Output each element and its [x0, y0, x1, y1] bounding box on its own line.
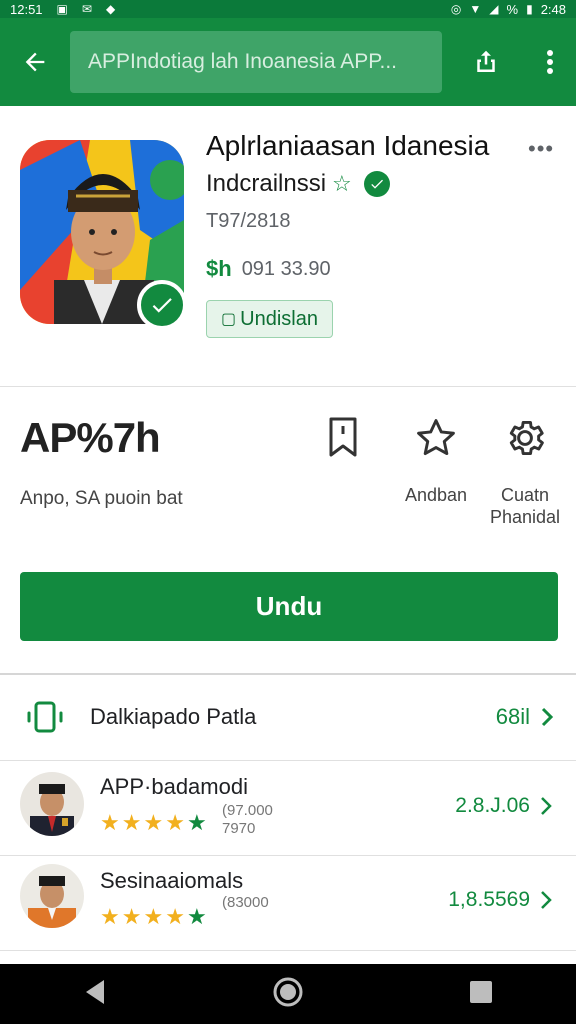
wifi-icon: ▼	[469, 2, 482, 16]
divider	[0, 673, 576, 675]
nav-back-button[interactable]	[82, 978, 108, 1011]
device-compat-row[interactable]: Dalkiapado Patla 68il	[0, 676, 576, 758]
star-icon: ★	[186, 904, 207, 929]
app-meta: T97/2818	[206, 210, 291, 232]
device-compat-value: 68il	[496, 704, 576, 730]
app-bar: APPIndotiag lah Inoanesia APP...	[0, 18, 576, 106]
rating-stars: ★ ★ ★ ★ ★	[100, 904, 207, 930]
tag-icon: ▢	[221, 311, 237, 328]
battery-icon: ▮	[526, 2, 533, 16]
star-outline-icon	[417, 419, 455, 456]
info-section: AP%7h Anpo, SA puoin bat Andban Cuatn Ph…	[0, 388, 576, 558]
title-more-icon[interactable]: •••	[528, 136, 554, 162]
settings-label: Cuatn Phanidal	[489, 485, 561, 527]
verified-badge	[137, 280, 187, 330]
divider	[0, 386, 576, 387]
nav-recents-button[interactable]	[468, 979, 494, 1010]
home-circle-icon	[273, 977, 303, 1006]
sync-icon: ◎	[450, 2, 462, 16]
bookmark-icon	[329, 417, 357, 457]
device-compat-label: Dalkiapado Patla	[90, 704, 257, 729]
check-icon	[152, 298, 172, 313]
message-icon: ✉	[81, 2, 92, 16]
rate-label: Andban	[404, 485, 468, 505]
review-title: APP·badamodi	[100, 774, 248, 799]
star-icon: ★	[143, 904, 164, 929]
share-button[interactable]	[442, 18, 530, 106]
star-icon: ★	[165, 810, 185, 835]
review-value: 2.8.J.06	[455, 794, 552, 818]
bookmark-button[interactable]	[318, 416, 368, 458]
app-price: $h 091 33.90	[206, 256, 331, 282]
avatar	[20, 772, 84, 836]
price-value: 091 33.90	[241, 257, 331, 280]
rate-button[interactable]: Andban	[396, 416, 476, 506]
review-title: Sesinaaiomals	[100, 868, 244, 893]
system-nav-bar	[0, 964, 576, 1024]
install-button[interactable]: Undu	[20, 572, 558, 641]
review-sub-line: 7970	[222, 820, 256, 837]
review-sub-line: (97.000	[222, 802, 273, 819]
price-currency: $h	[206, 256, 232, 281]
publisher-logo: AP%7h	[20, 414, 161, 461]
status-clock-right: 2:48	[540, 1, 566, 17]
search-field[interactable]: APPIndotiag lah Inoanesia APP...	[70, 31, 442, 93]
search-text: APPIndotiag lah Inoanesia APP...	[88, 50, 398, 73]
chevron-right-icon	[541, 797, 552, 815]
rating-stars: ★ ★ ★ ★ ★	[100, 810, 207, 836]
overflow-menu-button[interactable]	[530, 18, 570, 106]
avatar	[20, 864, 84, 928]
recents-square-icon	[470, 980, 492, 1003]
developer-verified-icon	[363, 171, 390, 197]
review-value-text: 2.8.J.06	[455, 794, 530, 817]
star-icon: ★	[143, 810, 164, 835]
star-icon: ★	[100, 904, 120, 929]
developer-link[interactable]: Indcrailnssi ☆	[206, 170, 390, 198]
notification-icon: ▣	[56, 2, 68, 16]
review-sub-line: (83000	[222, 894, 269, 911]
install-button-label: Undu	[255, 591, 323, 621]
share-icon	[477, 50, 495, 72]
more-vert-icon	[547, 50, 553, 74]
app-header: Aplrlaniaasan Idanesia ••• Indcrailnssi …	[0, 106, 576, 386]
divider	[0, 950, 576, 951]
list-item[interactable]: APP·badamodi ★ ★ ★ ★ ★ (97.000 7970 2.8.…	[0, 762, 576, 856]
battery-percent: %	[506, 1, 519, 17]
review-sub: (97.000 7970	[222, 802, 273, 838]
back-triangle-icon	[86, 979, 104, 1004]
star-icon: ★	[100, 810, 120, 835]
install-tag-label: Undislan	[240, 307, 318, 330]
review-value: 1,8.5569	[448, 888, 552, 912]
device-icon	[0, 699, 90, 735]
alert-icon: ◆	[105, 2, 116, 16]
star-icon: ★	[121, 810, 142, 835]
signal-icon: ◢	[489, 2, 499, 16]
settings-button[interactable]: Cuatn Phanidal	[480, 416, 570, 528]
divider	[0, 760, 576, 761]
chevron-right-icon	[541, 707, 554, 727]
star-icon: ★	[121, 904, 142, 929]
star-icon: ★	[186, 810, 207, 835]
star-mark-icon: ☆	[332, 171, 352, 196]
app-title: Aplrlaniaasan Idanesia	[206, 130, 490, 161]
back-button[interactable]	[0, 18, 70, 106]
status-bar: 12:51 ▣ ✉ ◆ ◎ ▼ ◢ % ▮ 2:48	[0, 0, 576, 18]
star-icon: ★	[165, 904, 185, 929]
chevron-right-icon	[541, 891, 552, 909]
nav-home-button[interactable]	[272, 976, 304, 1013]
developer-name: Indcrailnssi	[206, 170, 327, 197]
info-description: Anpo, SA puoin bat	[20, 488, 183, 509]
install-status-tag: ▢ Undislan	[206, 300, 333, 338]
gear-icon	[509, 420, 544, 456]
list-item[interactable]: Sesinaaiomals ★ ★ ★ ★ ★ (83000 1,8.5569	[0, 856, 576, 950]
arrow-back-icon	[25, 52, 45, 72]
review-value-text: 1,8.5569	[448, 888, 530, 911]
status-time: 12:51	[10, 1, 43, 17]
review-sub: (83000	[222, 894, 269, 912]
device-compat-count: 68il	[495, 704, 530, 729]
